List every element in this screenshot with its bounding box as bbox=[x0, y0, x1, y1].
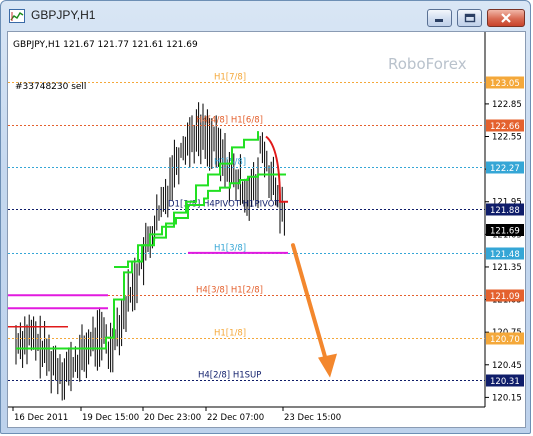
level-price-badge: 121.48 bbox=[486, 247, 524, 260]
chart-area[interactable]: H1[7/8] H4[4/8] H1[6/8] H1[5/8] D1[3/8] H4P… bbox=[7, 31, 526, 428]
price-tick-label: 120.15 bbox=[492, 393, 522, 403]
price-chart[interactable]: H1[7/8] H4[4/8] H1[6/8] H1[5/8] D1[3/8] H4P… bbox=[8, 32, 525, 427]
level-label: H1[7/8] bbox=[214, 73, 246, 83]
chart-window: GBPJPY,H1 H1[7/8] H4[4/8] H1[6/8] H1[5/8] D… bbox=[0, 0, 531, 434]
level-label: D1[3/8] H4PIVOT H1PIVOT bbox=[168, 200, 280, 210]
level-price-badge: 121.88 bbox=[486, 203, 524, 216]
current-price: 121.69 bbox=[490, 227, 520, 237]
minimize-button[interactable] bbox=[427, 9, 452, 27]
level-label: H1[5/8] bbox=[214, 158, 246, 168]
arrow-shaft bbox=[291, 243, 329, 366]
watermark: RoboForex bbox=[388, 55, 467, 73]
time-label: 16 Dec 2011 bbox=[14, 413, 68, 423]
close-icon bbox=[501, 13, 511, 23]
level-price-badge: 120.70 bbox=[486, 332, 524, 345]
time-label: 23 Dec 15:00 bbox=[284, 413, 341, 423]
order-label: #33748230 sell bbox=[15, 82, 86, 92]
level-lines: H1[7/8] H4[4/8] H1[6/8] H1[5/8] D1[3/8] H4P… bbox=[8, 73, 485, 381]
price-tick-label: 120.45 bbox=[492, 361, 522, 371]
level-label: H1[1/8] bbox=[214, 329, 246, 339]
forecast-arrow bbox=[291, 243, 337, 378]
level-price-badge: 123.05 bbox=[486, 76, 524, 89]
time-label: 19 Dec 15:00 bbox=[82, 413, 139, 423]
window-title: GBPJPY,H1 bbox=[31, 8, 96, 22]
maximize-button[interactable] bbox=[457, 9, 482, 27]
level-label: H4[3/8] H1[2/8] bbox=[196, 286, 263, 296]
arrow-head bbox=[318, 353, 337, 378]
maximize-icon bbox=[464, 13, 475, 23]
level-label: H4[2/8] H1SUP bbox=[198, 371, 261, 381]
chart-icon bbox=[9, 9, 25, 23]
price-scale: 122.85122.55122.25121.95121.65121.35121.… bbox=[485, 76, 524, 403]
level-price: 122.66 bbox=[490, 122, 520, 132]
level-price-badge: 120.31 bbox=[486, 374, 524, 387]
price-tick-label: 122.55 bbox=[492, 133, 522, 143]
chart-header: GBPJPY,H1 121.67 121.77 121.61 121.69 bbox=[13, 40, 198, 50]
minimize-icon bbox=[435, 18, 443, 22]
price-tick-label: 121.35 bbox=[492, 263, 522, 273]
current-price-badge: 121.69 bbox=[486, 224, 524, 237]
time-axis: 16 Dec 2011 19 Dec 15:00 20 Dec 23:00 22 De… bbox=[12, 407, 341, 423]
level-price: 123.05 bbox=[490, 79, 520, 89]
time-label: 22 Dec 07:00 bbox=[207, 413, 264, 423]
level-price: 120.70 bbox=[490, 335, 520, 345]
level-price-badge: 122.66 bbox=[486, 119, 524, 132]
close-button[interactable] bbox=[487, 9, 525, 27]
price-tick-label: 122.85 bbox=[492, 100, 522, 110]
title-bar[interactable]: GBPJPY,H1 bbox=[1, 1, 530, 31]
time-label: 20 Dec 23:00 bbox=[144, 413, 201, 423]
level-price: 122.27 bbox=[490, 164, 520, 174]
level-price: 120.31 bbox=[490, 377, 520, 387]
level-label: H4[4/8] H1[6/8] bbox=[196, 116, 263, 126]
level-price: 121.48 bbox=[490, 250, 520, 260]
level-price-badge: 121.09 bbox=[486, 289, 524, 302]
level-price: 121.88 bbox=[490, 206, 520, 216]
level-price-badge: 122.27 bbox=[486, 161, 524, 174]
level-price: 121.09 bbox=[490, 292, 520, 302]
